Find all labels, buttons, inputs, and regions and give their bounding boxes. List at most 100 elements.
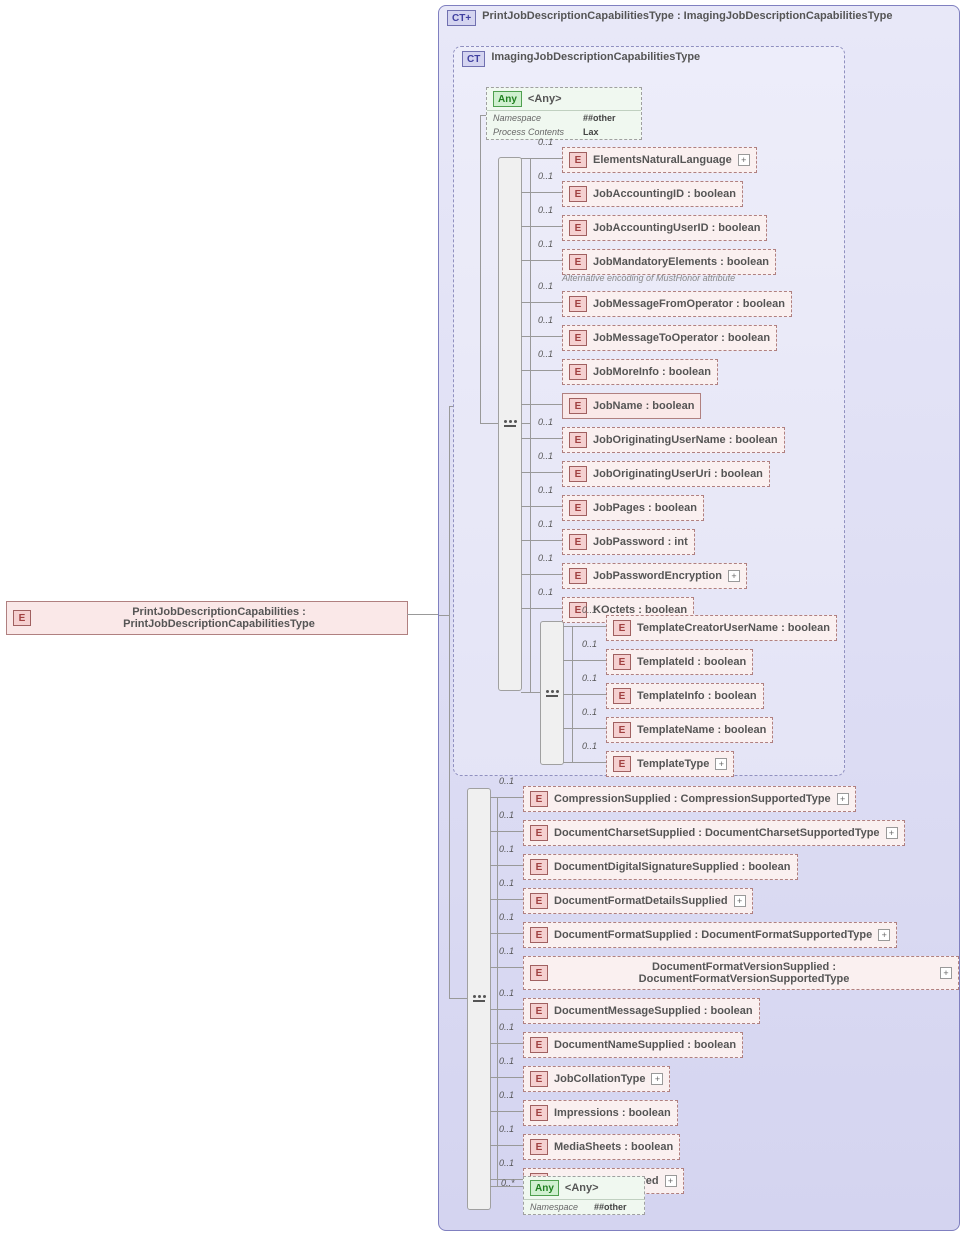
element-label: JobPassword : int xyxy=(593,536,688,548)
element-node[interactable]: ETemplateName : boolean xyxy=(606,717,773,743)
element-node[interactable]: EDocumentFormatSupplied : DocumentFormat… xyxy=(523,922,897,948)
connector xyxy=(521,540,562,541)
expand-icon[interactable]: + xyxy=(715,758,727,770)
e-icon: E xyxy=(569,186,587,202)
any-ns-key: Namespace xyxy=(530,1202,594,1212)
cardinality: 0..1 xyxy=(538,451,553,461)
element-label: TemplateName : boolean xyxy=(637,724,766,736)
connector xyxy=(490,1111,523,1112)
element-node[interactable]: ETemplateType+ xyxy=(606,751,734,777)
sequence-compositor[interactable] xyxy=(540,621,564,765)
element-node[interactable]: EMediaSheets : boolean xyxy=(523,1134,680,1160)
any-wildcard[interactable]: Any <Any> Namespace##other xyxy=(523,1176,645,1215)
element-label: JobPages : boolean xyxy=(593,502,697,514)
element-node[interactable]: ETemplateCreatorUserName : boolean xyxy=(606,615,837,641)
element-node[interactable]: EJobPasswordEncryption+ xyxy=(562,563,747,589)
ct-outer-container: CT+ PrintJobDescriptionCapabilitiesType … xyxy=(438,5,960,1231)
expand-icon[interactable]: + xyxy=(665,1175,677,1187)
cardinality: 0..1 xyxy=(538,587,553,597)
element-label: JobMessageToOperator : boolean xyxy=(593,332,770,344)
e-icon: E xyxy=(569,568,587,584)
element-node[interactable]: EDocumentDigitalSignatureSupplied : bool… xyxy=(523,854,798,880)
connector xyxy=(480,115,481,423)
element-node[interactable]: E DocumentFormatVersionSupplied : Documen… xyxy=(523,956,959,990)
element-node[interactable]: E JobMessageToOperator : boolean xyxy=(562,325,777,351)
any-wildcard[interactable]: Any <Any> Namespace##other Process Conte… xyxy=(486,87,642,140)
expand-icon[interactable]: + xyxy=(738,154,750,166)
ct-icon: CT xyxy=(462,51,485,67)
e-icon: E xyxy=(613,756,631,772)
element-node[interactable]: EJobPages : boolean xyxy=(562,495,704,521)
any-icon: Any xyxy=(530,1180,559,1196)
element-node[interactable]: EDocumentFormatDetailsSupplied+ xyxy=(523,888,753,914)
element-node[interactable]: EJobAccountingUserID : boolean xyxy=(562,215,767,241)
element-node[interactable]: E JobMessageFromOperator : boolean xyxy=(562,291,792,317)
element-label: DocumentFormatVersionSupplied : Document… xyxy=(554,961,934,985)
connector xyxy=(490,967,523,968)
e-icon: E xyxy=(613,620,631,636)
element-node[interactable]: EJobName : boolean xyxy=(562,393,701,419)
expand-icon[interactable]: + xyxy=(940,967,952,979)
element-label: CompressionSupplied : CompressionSupport… xyxy=(554,793,831,805)
cardinality: 0..1 xyxy=(499,1056,514,1066)
ct-inner-title: ImagingJobDescriptionCapabilitiesType xyxy=(491,51,700,63)
element-label: JobOriginatingUserUri : boolean xyxy=(593,468,763,480)
connector xyxy=(449,406,450,998)
root-element[interactable]: E PrintJobDescriptionCapabilities : Prin… xyxy=(6,601,408,635)
element-node[interactable]: EJobMoreInfo : boolean xyxy=(562,359,718,385)
e-icon: E xyxy=(613,654,631,670)
element-node[interactable]: EJobAccountingID : boolean xyxy=(562,181,743,207)
element-label: TemplateId : boolean xyxy=(637,656,746,668)
expand-icon[interactable]: + xyxy=(878,929,890,941)
element-node[interactable]: EJobMandatoryElements : boolean xyxy=(562,249,776,275)
connector xyxy=(490,797,523,798)
element-node[interactable]: EElementsNaturalLanguage+ xyxy=(562,147,757,173)
element-node[interactable]: E TemplateInfo : boolean xyxy=(606,683,764,709)
element-node[interactable]: EJobCollationType+ xyxy=(523,1066,670,1092)
element-node[interactable]: E TemplateId : boolean xyxy=(606,649,753,675)
element-node[interactable]: EDocumentNameSupplied : boolean xyxy=(523,1032,743,1058)
expand-icon[interactable]: + xyxy=(734,895,746,907)
e-icon: E xyxy=(569,364,587,380)
root-element-label: PrintJobDescriptionCapabilities : PrintJ… xyxy=(37,606,401,630)
connector xyxy=(530,423,531,692)
element-node[interactable]: ECompressionSupplied : CompressionSuppor… xyxy=(523,786,856,812)
element-label: JobMessageFromOperator : boolean xyxy=(593,298,785,310)
element-node[interactable]: E JobOriginatingUserUri : boolean xyxy=(562,461,770,487)
expand-icon[interactable]: + xyxy=(651,1073,663,1085)
connector xyxy=(449,406,453,407)
ct-inner-container: CT ImagingJobDescriptionCapabilitiesType… xyxy=(453,46,845,776)
e-icon: E xyxy=(569,330,587,346)
any-pc-val: Lax xyxy=(583,127,599,137)
element-label: DocumentFormatDetailsSupplied xyxy=(554,895,728,907)
cardinality: 0..1 xyxy=(499,1158,514,1168)
element-label: TemplateInfo : boolean xyxy=(637,690,757,702)
any-label: <Any> xyxy=(528,93,562,105)
e-icon: E xyxy=(613,688,631,704)
element-node[interactable]: EJobOriginatingUserName : boolean xyxy=(562,427,785,453)
expand-icon[interactable]: + xyxy=(886,827,898,839)
e-icon: E xyxy=(569,296,587,312)
e-icon: E xyxy=(530,965,548,981)
element-node[interactable]: EDocumentCharsetSupplied : DocumentChars… xyxy=(523,820,905,846)
element-node[interactable]: E DocumentMessageSupplied : boolean xyxy=(523,998,760,1024)
cardinality: 0..1 xyxy=(538,417,553,427)
e-icon: E xyxy=(569,534,587,550)
expand-icon[interactable]: + xyxy=(837,793,849,805)
connector xyxy=(521,472,562,473)
connector xyxy=(563,694,606,695)
expand-icon[interactable]: + xyxy=(728,570,740,582)
element-label: DocumentMessageSupplied : boolean xyxy=(554,1005,753,1017)
sequence-compositor[interactable] xyxy=(498,157,522,691)
cardinality: 0..1 xyxy=(499,1090,514,1100)
e-icon: E xyxy=(569,466,587,482)
sequence-compositor[interactable] xyxy=(467,788,491,1210)
connector xyxy=(521,226,562,227)
e-icon: E xyxy=(530,859,548,875)
e-icon: E xyxy=(530,1003,548,1019)
element-node[interactable]: E JobPassword : int xyxy=(562,529,695,555)
connector xyxy=(407,614,438,615)
element-node[interactable]: EImpressions : boolean xyxy=(523,1100,678,1126)
e-icon: E xyxy=(569,152,587,168)
ct-plus-icon: CT+ xyxy=(447,10,476,26)
